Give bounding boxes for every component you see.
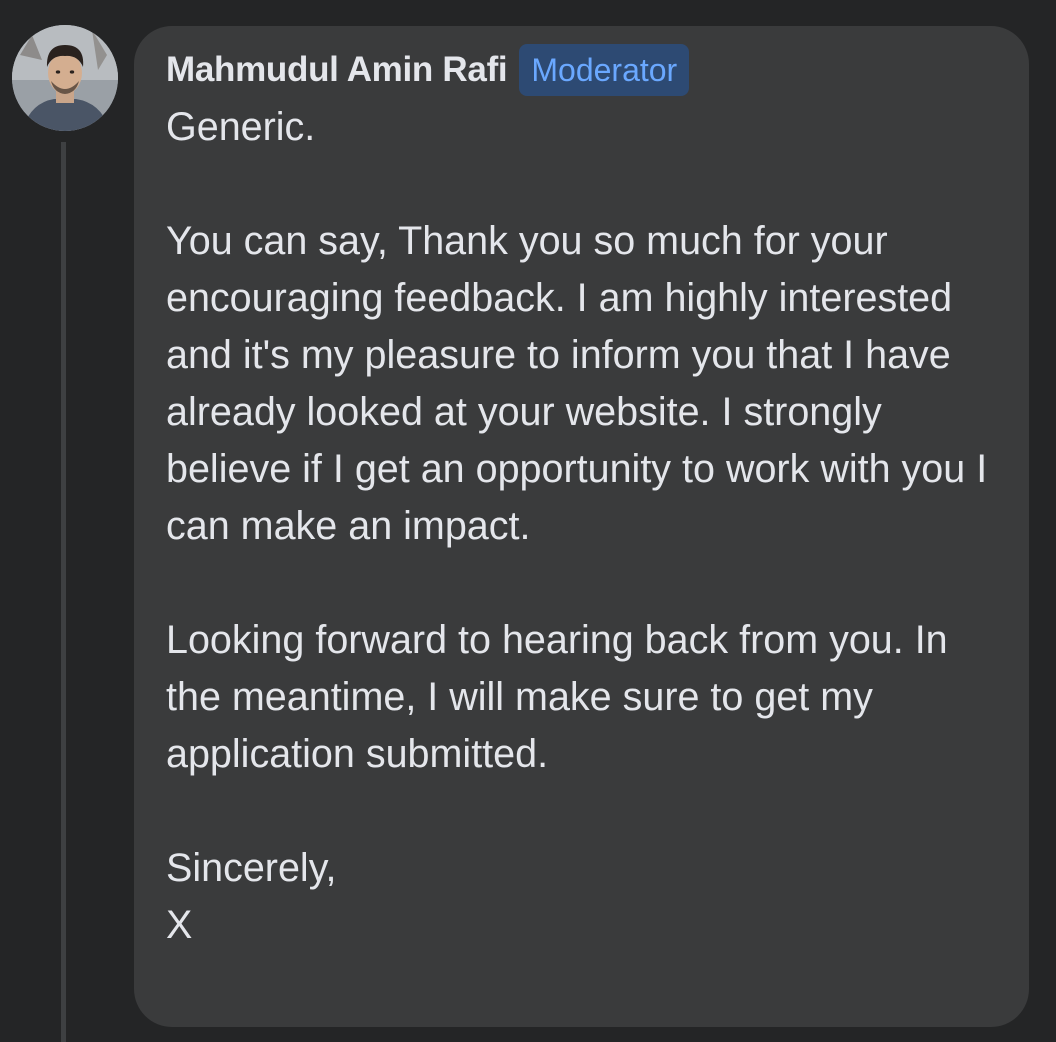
comment-paragraph: You can say, Thank you so much for your …: [166, 219, 988, 548]
thread-line: [61, 142, 66, 1042]
avatar[interactable]: [12, 25, 118, 131]
avatar-image: [12, 25, 118, 131]
comment-header: Mahmudul Amin Rafi Moderator: [166, 44, 999, 96]
comment-bubble: Mahmudul Amin Rafi Moderator Generic. Yo…: [134, 26, 1029, 1027]
comment-signature: X: [166, 903, 193, 947]
comment-paragraph: Generic.: [166, 105, 316, 149]
comment-signoff: Sincerely,: [166, 846, 337, 890]
comment-body: Generic. You can say, Thank you so much …: [166, 99, 999, 954]
moderator-badge: Moderator: [519, 44, 690, 96]
comment-paragraph: Looking forward to hearing back from you…: [166, 618, 948, 776]
author-name[interactable]: Mahmudul Amin Rafi: [166, 50, 508, 90]
